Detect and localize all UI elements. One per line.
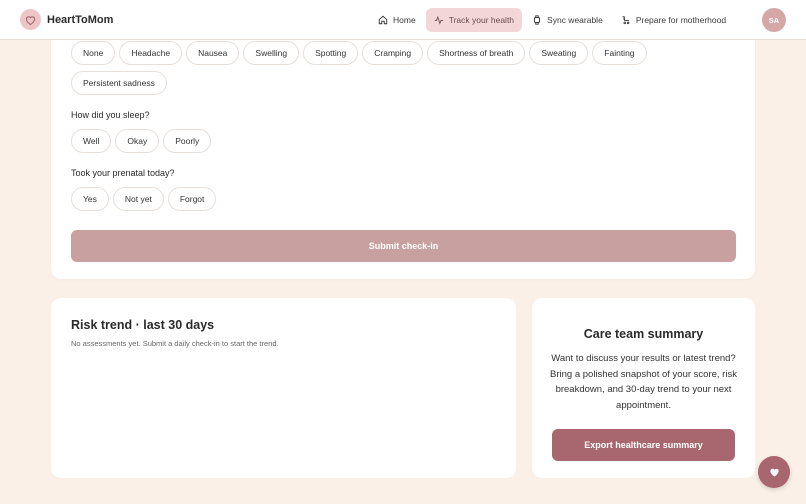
prenatal-option-not-yet[interactable]: Not yet	[112, 187, 164, 211]
sleep-question: How did you sleep?	[71, 110, 150, 120]
sleep-option-okay[interactable]: Okay	[115, 129, 160, 153]
symptom-chip-swelling[interactable]: Swelling	[243, 41, 300, 65]
risk-trend-card: Risk trend · last 30 days No assessments…	[51, 298, 516, 478]
symptom-chip-fainting[interactable]: Fainting	[592, 41, 647, 65]
symptom-chip-shortness-of-breath[interactable]: Shortness of breath	[427, 41, 526, 65]
watch-icon	[534, 15, 541, 25]
home-icon	[378, 15, 388, 25]
symptom-chip-cramping[interactable]: Cramping	[362, 41, 424, 65]
symptom-chips-row-1: None Headache Nausea Swelling Spotting C…	[71, 41, 651, 65]
brand-logo[interactable]: HeartToMom	[20, 9, 113, 30]
prenatal-option-yes[interactable]: Yes	[71, 187, 109, 211]
heart-icon	[769, 468, 779, 477]
sleep-option-well[interactable]: Well	[71, 129, 112, 153]
nav-track-health[interactable]: Track your health	[425, 8, 523, 32]
symptom-chip-persistent-sadness[interactable]: Persistent sadness	[71, 71, 167, 95]
nav-home[interactable]: Home	[370, 8, 424, 32]
symptom-chip-none[interactable]: None	[71, 41, 116, 65]
prenatal-options: Yes Not yet Forgot	[71, 187, 220, 211]
nav-prepare-motherhood[interactable]: Prepare for motherhood	[613, 8, 734, 32]
care-team-description: Want to discuss your results or latest t…	[550, 353, 737, 411]
care-team-summary-card: Care team summary Want to discuss your r…	[532, 298, 755, 478]
brand-name: HeartToMom	[47, 13, 114, 26]
prenatal-option-forgot[interactable]: Forgot	[167, 187, 217, 211]
symptom-chip-headache[interactable]: Headache	[119, 41, 183, 65]
stroller-icon	[622, 16, 630, 25]
nav-sync-wearable[interactable]: Sync wearable	[524, 8, 611, 32]
daily-checkin-card: None Headache Nausea Swelling Spotting C…	[51, 18, 755, 279]
export-summary-button[interactable]: Export healthcare summary	[552, 429, 735, 461]
submit-checkin-button[interactable]: Submit check-in	[71, 230, 736, 262]
heart-icon	[20, 9, 41, 30]
symptom-chip-sweating[interactable]: Sweating	[529, 41, 589, 65]
nav-track-health-label: Track your health	[448, 15, 515, 25]
nav-prepare-motherhood-label: Prepare for motherhood	[635, 15, 727, 25]
risk-trend-empty-message: No assessments yet. Submit a daily check…	[71, 339, 279, 348]
symptom-chips-row-2: Persistent sadness	[71, 71, 171, 95]
sleep-option-poorly[interactable]: Poorly	[163, 129, 212, 153]
nav-home-label: Home	[393, 15, 416, 25]
risk-trend-title: Risk trend · last 30 days	[71, 318, 215, 332]
care-team-title: Care team summary	[583, 327, 704, 341]
prenatal-question: Took your prenatal today?	[71, 168, 175, 178]
user-avatar[interactable]: SA	[762, 8, 786, 32]
symptom-chip-nausea[interactable]: Nausea	[186, 41, 240, 65]
symptom-chip-spotting[interactable]: Spotting	[303, 41, 359, 65]
sleep-options: Well Okay Poorly	[71, 129, 215, 153]
top-header: HeartToMom Home Track your health Sync w…	[0, 0, 806, 40]
activity-icon	[434, 15, 443, 25]
nav-sync-wearable-label: Sync wearable	[547, 15, 603, 25]
floating-heart-button[interactable]	[758, 456, 790, 488]
main-nav: Home Track your health Sync wearable Pre…	[370, 8, 736, 32]
